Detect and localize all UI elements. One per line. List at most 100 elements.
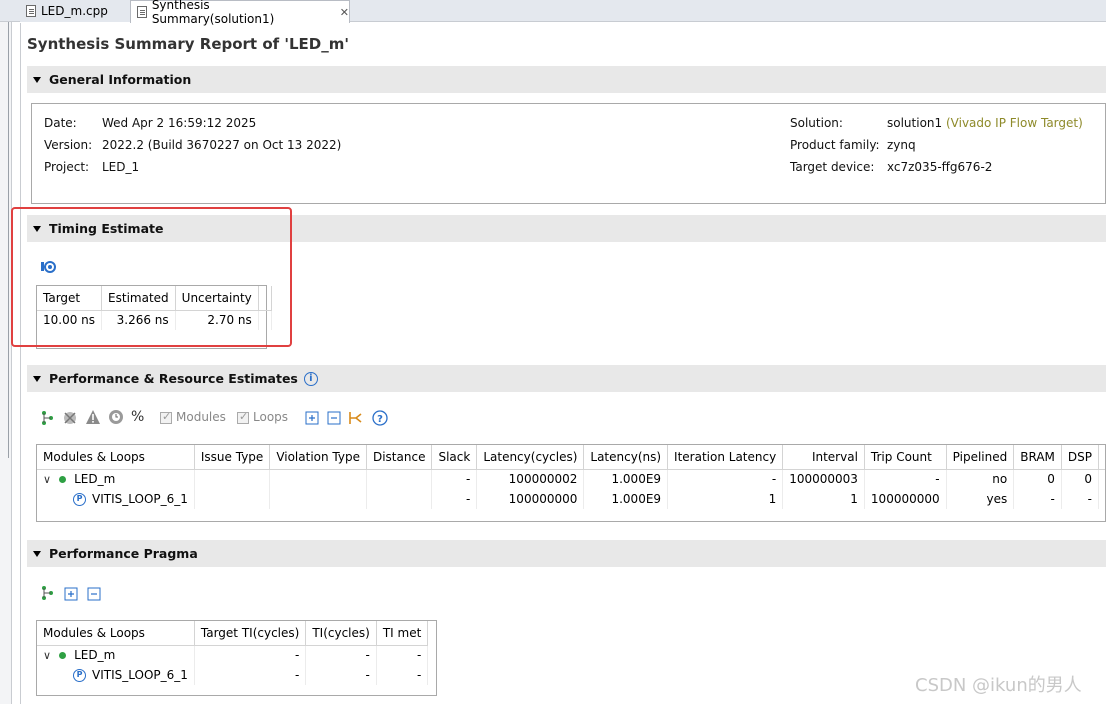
- section-title: General Information: [49, 72, 192, 87]
- col-distance[interactable]: Distance: [366, 445, 433, 470]
- chevron-down-icon[interactable]: ∨: [43, 649, 51, 662]
- version-value: 2022.2 (Build 3670227 on Oct 13 2022): [102, 138, 342, 152]
- loops-label: Loops: [253, 410, 289, 424]
- loop-icon: P: [73, 669, 86, 682]
- project-value: LED_1: [102, 160, 140, 174]
- solution-name: solution1: [887, 116, 943, 130]
- table-row[interactable]: P VITIS_LOOP_6_1 - - -: [37, 665, 429, 685]
- solution-label: Solution:: [790, 116, 843, 130]
- col-ff[interactable]: FF: [1098, 445, 1105, 470]
- col-issue-type[interactable]: Issue Type: [194, 445, 271, 470]
- expand-all-icon[interactable]: [305, 411, 319, 425]
- modules-checkbox[interactable]: Modules: [160, 410, 226, 424]
- target-device-label: Target device:: [790, 160, 875, 174]
- tab-synthesis-summary[interactable]: Synthesis Summary(solution1) ✕: [130, 0, 350, 26]
- module-status-icon: [59, 652, 67, 660]
- col-trip-count[interactable]: Trip Count: [864, 445, 947, 470]
- loop-name: VITIS_LOOP_6_1: [92, 668, 188, 682]
- hierarchy-icon[interactable]: [40, 585, 54, 601]
- section-header-performance-resource[interactable]: Performance & Resource Estimates i: [27, 365, 1106, 392]
- pragma-table: Modules & Loops Target TI(cycles) TI(cyc…: [37, 621, 429, 685]
- interval-cell: 1: [782, 489, 865, 509]
- performance-table: Modules & Loops Issue Type Violation Typ…: [37, 445, 1105, 509]
- pragma-table-frame: Modules & Loops Target TI(cycles) TI(cyc…: [36, 620, 437, 696]
- page-title: Synthesis Summary Report of 'LED_m': [27, 35, 349, 53]
- expand-all-icon[interactable]: [64, 587, 78, 601]
- product-family-value: zynq: [887, 138, 916, 152]
- pipelined-cell: no: [946, 469, 1015, 489]
- version-label: Version:: [44, 138, 93, 152]
- collapse-all-icon[interactable]: [87, 587, 101, 601]
- module-name-cell[interactable]: ∨ LED_m: [37, 645, 195, 665]
- section-header-performance-pragma[interactable]: Performance Pragma: [27, 540, 1106, 567]
- bram-cell: 0: [1013, 469, 1062, 489]
- col-bram[interactable]: BRAM: [1013, 445, 1062, 470]
- clock-info-icon[interactable]: [108, 409, 124, 425]
- disable-issue-icon[interactable]: [62, 410, 78, 426]
- collapse-triangle-icon[interactable]: [33, 76, 41, 83]
- col-latency-cycles[interactable]: Latency(cycles): [476, 445, 585, 470]
- col-iteration-latency[interactable]: Iteration Latency: [667, 445, 784, 470]
- collapse-triangle-icon[interactable]: [33, 375, 41, 382]
- warning-icon[interactable]: [85, 409, 101, 425]
- close-icon[interactable]: ✕: [340, 6, 349, 19]
- solution-flow-target: (Vivado IP Flow Target): [945, 116, 1083, 130]
- col-dsp[interactable]: DSP: [1061, 445, 1099, 470]
- loop-name-cell[interactable]: P VITIS_LOOP_6_1: [37, 489, 195, 509]
- percent-toggle[interactable]: %: [131, 409, 144, 425]
- export-icon[interactable]: [348, 410, 364, 426]
- checkbox-icon: [160, 410, 172, 424]
- svg-text:?: ?: [377, 414, 383, 425]
- date-value: Wed Apr 2 16:59:12 2025: [102, 116, 257, 130]
- col-modules-loops[interactable]: Modules & Loops: [37, 621, 195, 646]
- ti-met-cell: -: [376, 645, 429, 665]
- module-name-cell[interactable]: ∨ LED_m: [37, 469, 195, 489]
- date-label: Date:: [44, 116, 77, 130]
- ti-met-cell: -: [376, 665, 429, 685]
- col-pipelined[interactable]: Pipelined: [946, 445, 1015, 470]
- trip-count-cell: -: [864, 469, 947, 489]
- section-title: Performance & Resource Estimates: [49, 371, 298, 386]
- left-panel-edge: [0, 22, 12, 704]
- table-row[interactable]: P VITIS_LOOP_6_1 - 100000000 1.000E9 1 1 …: [37, 489, 1105, 509]
- section-title: Performance Pragma: [49, 546, 198, 561]
- chevron-down-icon[interactable]: ∨: [43, 473, 51, 486]
- product-family-label: Product family:: [790, 138, 880, 152]
- dsp-cell: 0: [1061, 469, 1099, 489]
- col-slack[interactable]: Slack: [431, 445, 478, 470]
- col-ti[interactable]: TI(cycles): [305, 621, 377, 646]
- collapse-triangle-icon[interactable]: [33, 550, 41, 557]
- col-target-ti[interactable]: Target TI(cycles): [194, 621, 307, 646]
- bram-cell: -: [1013, 489, 1062, 509]
- col-ti-met[interactable]: TI met: [376, 621, 429, 646]
- interval-cell: 100000003: [782, 469, 865, 489]
- table-row[interactable]: ∨ LED_m - - -: [37, 645, 429, 665]
- loop-icon: P: [73, 493, 86, 506]
- issue-cell: [194, 489, 271, 509]
- issue-cell: [194, 469, 271, 489]
- tab-label: LED_m.cpp: [41, 4, 108, 18]
- loop-name-cell[interactable]: P VITIS_LOOP_6_1: [37, 665, 195, 685]
- module-name: LED_m: [74, 472, 116, 487]
- violation-cell: [269, 489, 367, 509]
- distance-cell: [366, 469, 433, 489]
- col-latency-ns[interactable]: Latency(ns): [583, 445, 669, 470]
- info-icon[interactable]: i: [303, 371, 318, 386]
- distance-cell: [366, 489, 433, 509]
- hierarchy-icon[interactable]: [40, 410, 54, 426]
- ti-cell: -: [305, 665, 377, 685]
- collapse-all-icon[interactable]: [327, 411, 341, 425]
- help-icon[interactable]: ?: [372, 410, 388, 426]
- table-row[interactable]: ∨ LED_m - 100000002 1.000E9 - 100000003 -…: [37, 469, 1105, 489]
- section-header-general-information[interactable]: General Information: [27, 66, 1106, 93]
- target-ti-cell: -: [194, 665, 307, 685]
- col-interval[interactable]: Interval: [782, 445, 865, 470]
- latency-ns-cell: 1.000E9: [583, 469, 669, 489]
- col-modules-loops[interactable]: Modules & Loops: [37, 445, 195, 470]
- tab-led-m-cpp[interactable]: LED_m.cpp: [20, 0, 130, 22]
- latency-cycles-cell: 100000000: [476, 489, 585, 509]
- col-violation-type[interactable]: Violation Type: [269, 445, 367, 470]
- highlight-annotation-box: [11, 207, 292, 347]
- latency-cycles-cell: 100000002: [476, 469, 585, 489]
- loops-checkbox[interactable]: Loops: [237, 410, 288, 424]
